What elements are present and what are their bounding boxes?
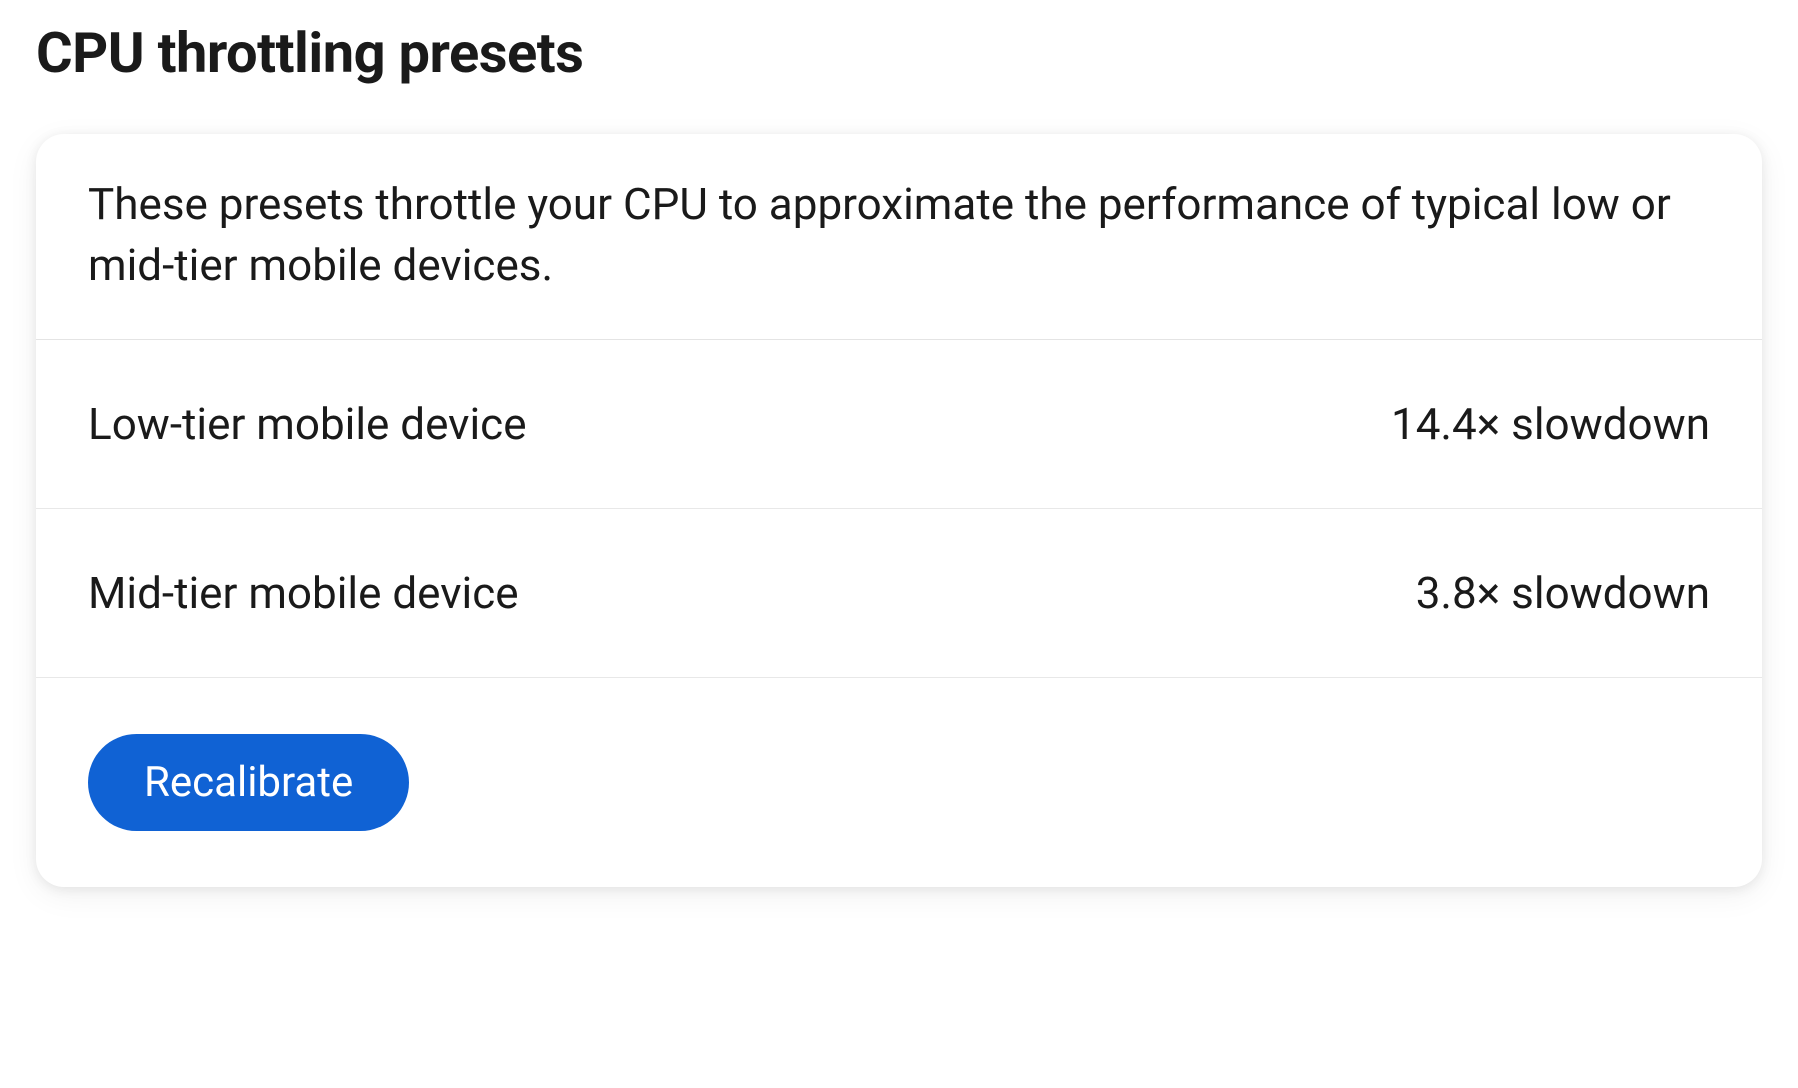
preset-name: Mid-tier mobile device xyxy=(88,567,519,619)
card-footer: Recalibrate xyxy=(36,678,1762,887)
preset-name: Low-tier mobile device xyxy=(88,398,527,450)
preset-value: 14.4× slowdown xyxy=(1391,398,1710,450)
card-description: These presets throttle your CPU to appro… xyxy=(36,134,1762,340)
section-title: CPU throttling presets xyxy=(36,20,1762,86)
recalibrate-button[interactable]: Recalibrate xyxy=(88,734,409,831)
preset-row-mid-tier: Mid-tier mobile device 3.8× slowdown xyxy=(36,509,1762,678)
presets-card: These presets throttle your CPU to appro… xyxy=(36,134,1762,887)
preset-row-low-tier: Low-tier mobile device 14.4× slowdown xyxy=(36,340,1762,509)
preset-value: 3.8× slowdown xyxy=(1416,567,1710,619)
